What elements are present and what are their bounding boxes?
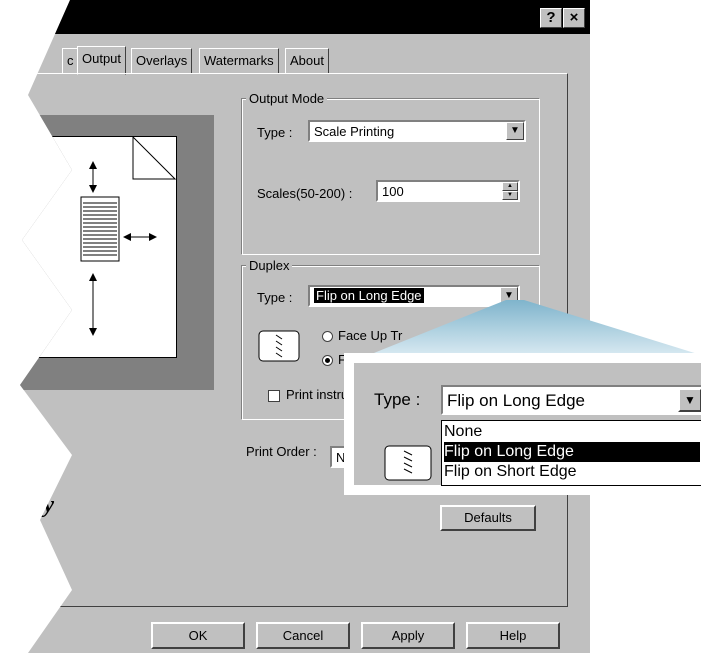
title-bar[interactable]: 2 ? ×: [20, 0, 590, 34]
tab-about[interactable]: About: [285, 48, 329, 74]
zoom-panel: Type : Flip on Long Edge ▼ None Flip on …: [354, 363, 701, 486]
tab-output[interactable]: Output: [77, 46, 127, 75]
partial-logo-text: lly: [30, 492, 54, 518]
scales-value: 100: [382, 184, 404, 199]
zoom-type-label: Type :: [374, 390, 421, 409]
ok-button[interactable]: OK: [151, 622, 245, 649]
output-type-dropdown[interactable]: Scale Printing ▼: [308, 120, 526, 142]
face-down-radio[interactable]: [322, 355, 333, 366]
defaults-button[interactable]: Defaults: [440, 505, 536, 531]
output-type-label: Type :: [257, 125, 293, 140]
dropdown-arrow-icon[interactable]: ▼: [678, 388, 701, 412]
spin-down-icon[interactable]: ▼: [502, 191, 518, 200]
printer-properties-window: 2 ? × c Output Overlays Watermarks About: [20, 0, 590, 653]
help-footer-button[interactable]: Help: [466, 622, 560, 649]
apply-button[interactable]: Apply: [361, 622, 455, 649]
preview-page: [20, 136, 177, 358]
tab-watermarks[interactable]: Watermarks: [199, 48, 279, 74]
option-flip-long-edge[interactable]: Flip on Long Edge: [444, 442, 700, 462]
scales-input[interactable]: 100 ▲ ▼: [376, 180, 520, 202]
dropdown-arrow-icon[interactable]: ▼: [500, 287, 518, 305]
duplex-legend: Duplex: [246, 258, 293, 273]
dropdown-arrow-icon[interactable]: ▼: [506, 122, 524, 140]
output-mode-legend: Output Mode: [246, 91, 328, 106]
print-instructions-label: Print instru: [286, 387, 349, 402]
face-up-radio[interactable]: [322, 331, 333, 342]
option-none[interactable]: None: [444, 422, 700, 442]
duplex-type-dropdown[interactable]: Flip on Long Edge ▼: [308, 285, 520, 307]
help-button[interactable]: ?: [540, 8, 562, 28]
zoom-options-list: None Flip on Long Edge Flip on Short Edg…: [441, 420, 701, 486]
scales-label: Scales(50-200) :: [257, 186, 353, 201]
booklet-icon: [384, 445, 432, 481]
page-layout-icon: [80, 137, 176, 336]
zoom-inset: Type : Flip on Long Edge ▼ None Flip on …: [344, 353, 701, 495]
spin-icon[interactable]: ▲ ▼: [502, 182, 518, 200]
spin-up-icon[interactable]: ▲: [502, 182, 518, 191]
window-title: 2: [36, 6, 46, 25]
option-flip-short-edge[interactable]: Flip on Short Edge: [444, 462, 700, 482]
output-type-value: Scale Printing: [314, 124, 395, 139]
booklet-icon: [258, 330, 300, 362]
duplex-type-value: Flip on Long Edge: [314, 288, 424, 303]
cancel-button[interactable]: Cancel: [256, 622, 350, 649]
close-button[interactable]: ×: [563, 8, 585, 28]
face-up-label: Face Up Tr: [338, 328, 403, 343]
zoom-type-dropdown[interactable]: Flip on Long Edge ▼: [441, 385, 701, 415]
duplex-type-label: Type :: [257, 290, 293, 305]
zoom-type-value: Flip on Long Edge: [447, 391, 585, 410]
tab-overlays[interactable]: Overlays: [131, 48, 193, 74]
print-order-label: Print Order :: [246, 444, 317, 459]
print-instructions-checkbox[interactable]: [268, 390, 280, 402]
